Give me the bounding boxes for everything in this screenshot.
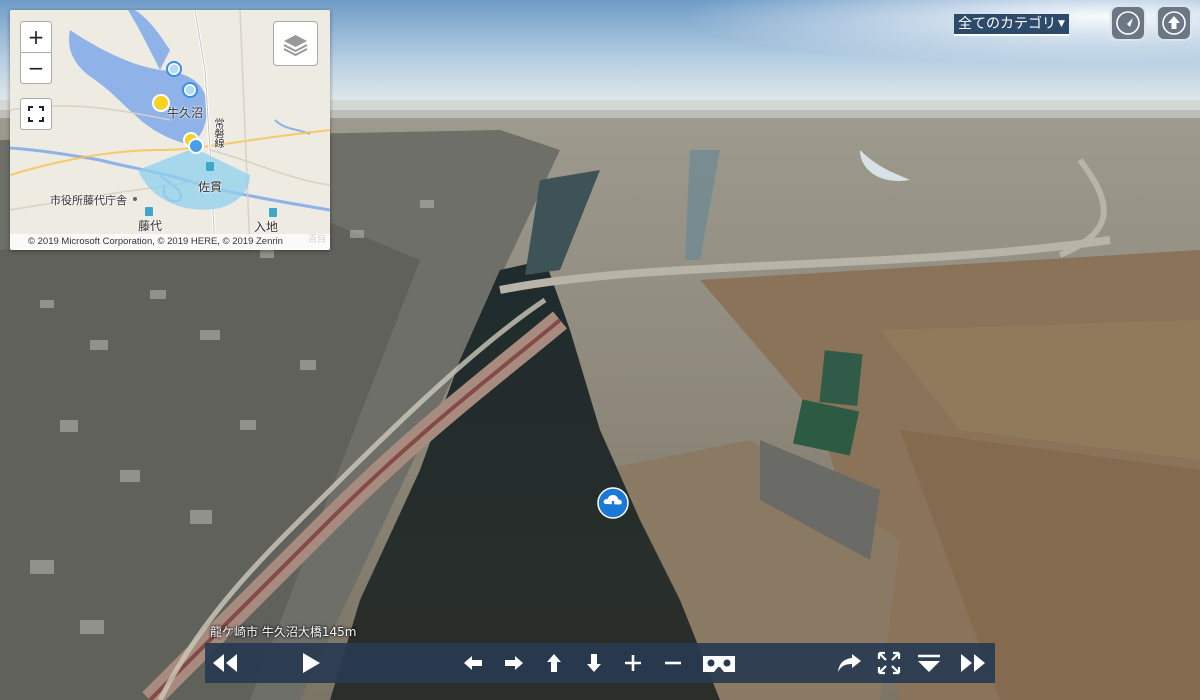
map-label-sanuki: 佐貫 [198, 180, 223, 194]
pan-left-button[interactable] [457, 647, 489, 679]
map-label-iriji: 入地 [254, 220, 279, 234]
mini-map[interactable]: 牛久沼 佐貫 藤代 市役所藤代庁舎 入地 常磐線 百目 + − © 2019 M… [10, 10, 330, 250]
map-label-ushikunuma: 牛久沼 [167, 106, 204, 120]
home-button[interactable] [1156, 5, 1192, 41]
hide-toolbar-icon [918, 654, 940, 672]
up-arrow-icon [547, 654, 561, 672]
pan-right-button[interactable] [498, 647, 530, 679]
share-icon [838, 654, 861, 672]
station-icon [145, 207, 153, 216]
fast-forward-icon [961, 654, 985, 672]
panorama-hotspot[interactable] [597, 487, 629, 519]
map-attribution: © 2019 Microsoft Corporation, © 2019 HER… [10, 234, 330, 250]
up-arrow-home-icon [1162, 11, 1186, 35]
panorama-caption: 龍ケ崎市 牛久沼大橋145m [210, 625, 357, 639]
map-zoom-in-button[interactable]: + [20, 21, 52, 53]
station-icon [269, 208, 277, 217]
navigate-button[interactable] [1110, 5, 1146, 41]
category-select[interactable]: 全てのカテゴリ ▼ [954, 14, 1069, 36]
zoom-in-plus-icon [625, 655, 641, 671]
map-label-city-office: 市役所藤代庁舎 [50, 194, 127, 207]
map-label-fujishiro: 藤代 [138, 219, 163, 233]
share-button[interactable] [833, 647, 865, 679]
fast-rewind-icon [213, 654, 237, 672]
fullscreen-icon [28, 106, 44, 122]
map-fullscreen-button[interactable] [20, 98, 52, 130]
station-icon [206, 162, 214, 171]
zoom-in-button[interactable] [617, 647, 649, 679]
map-label-joban-line: 常磐線 [212, 118, 223, 148]
play-icon [303, 653, 320, 673]
left-arrow-icon [464, 656, 482, 670]
cloud-download-icon [597, 487, 629, 519]
fullscreen-icon [877, 651, 901, 675]
map-marker-current[interactable] [188, 138, 204, 154]
category-select-label: 全てのカテゴリ [958, 16, 1056, 32]
pan-down-button[interactable] [578, 647, 610, 679]
zoom-out-minus-icon [665, 661, 681, 665]
vr-headset-icon [703, 656, 735, 672]
dropdown-arrow-icon: ▼ [1058, 19, 1065, 29]
fast-forward-button[interactable] [957, 647, 989, 679]
navigation-arrow-icon [1116, 11, 1140, 35]
pan-up-button[interactable] [538, 647, 570, 679]
poi-dot [133, 197, 137, 201]
map-layers-button[interactable] [273, 21, 318, 66]
vr-mode-button[interactable] [699, 647, 739, 679]
rewind-button[interactable] [209, 647, 241, 679]
right-arrow-icon [505, 656, 523, 670]
zoom-out-button[interactable] [657, 647, 689, 679]
panorama-toolbar [205, 643, 995, 683]
down-arrow-icon [587, 654, 601, 672]
map-zoom-out-button[interactable]: − [20, 52, 52, 84]
fullscreen-button[interactable] [873, 647, 905, 679]
autoplay-button[interactable] [295, 647, 327, 679]
hide-toolbar-button[interactable] [913, 647, 945, 679]
layers-icon [283, 35, 308, 57]
